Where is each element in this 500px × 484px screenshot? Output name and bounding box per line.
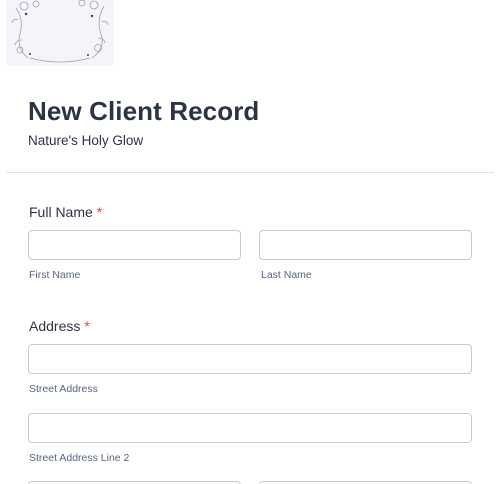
- header-divider: [6, 172, 494, 173]
- street-address-input[interactable]: [28, 344, 472, 374]
- first-name-sublabel: First Name: [29, 269, 81, 281]
- full-name-label-text: Full Name: [29, 204, 93, 220]
- required-asterisk: *: [96, 204, 103, 220]
- required-asterisk: *: [84, 318, 90, 334]
- address-label-text: Address: [29, 318, 81, 334]
- floral-wreath-icon: [11, 0, 109, 63]
- last-name-input[interactable]: [259, 230, 472, 260]
- page-title: New Client Record: [28, 96, 260, 126]
- page-subtitle: Nature's Holy Glow: [28, 133, 144, 148]
- street-address-sublabel: Street Address: [29, 383, 98, 395]
- business-logo: [6, 0, 114, 66]
- full-name-label: Full Name *: [29, 204, 102, 220]
- address-label: Address *: [29, 318, 90, 334]
- street-address-line2-input[interactable]: [28, 413, 472, 443]
- last-name-sublabel: Last Name: [261, 269, 312, 281]
- form-page: New Client Record Nature's Holy Glow Ful…: [0, 0, 500, 484]
- street-address-line2-sublabel: Street Address Line 2: [29, 452, 130, 464]
- first-name-input[interactable]: [28, 230, 241, 260]
